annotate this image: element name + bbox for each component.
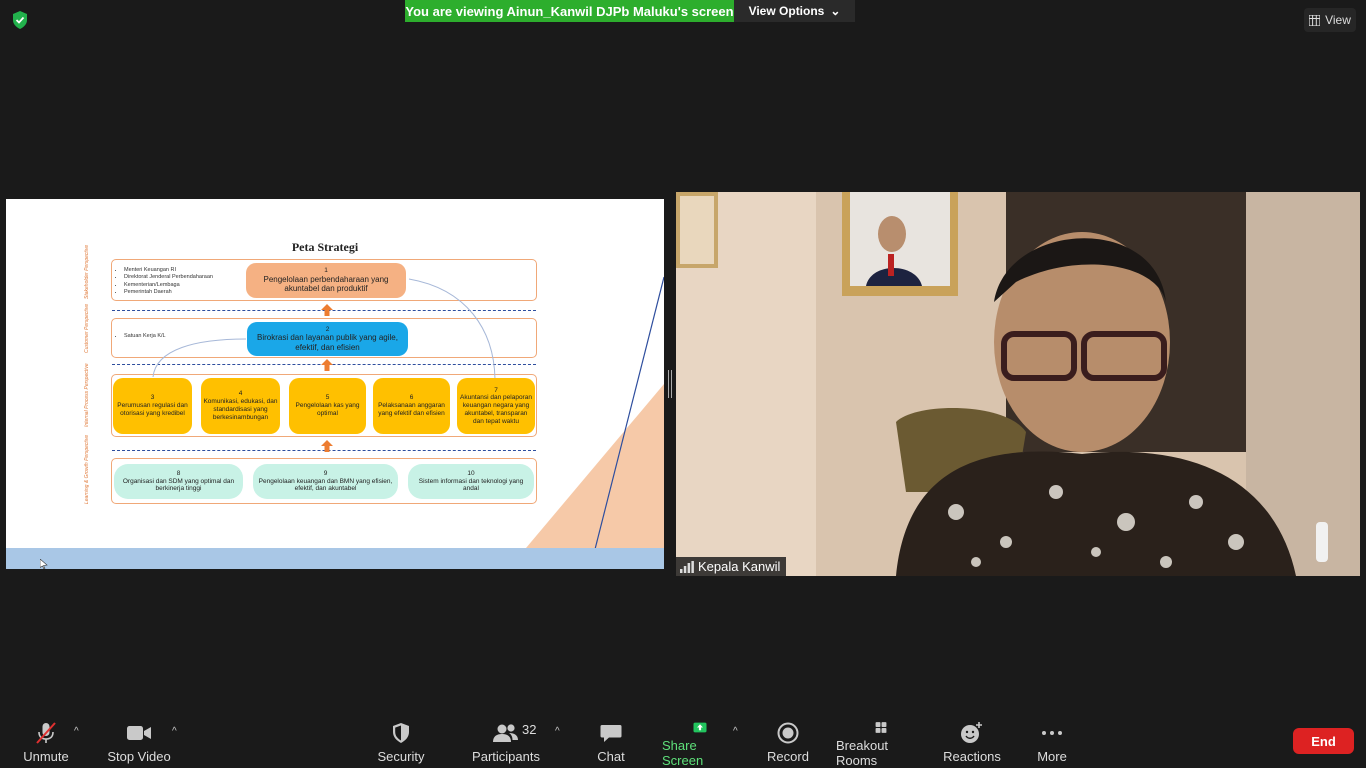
- node-number: 9: [323, 469, 328, 477]
- more-label: More: [1037, 749, 1067, 764]
- list-item: Menteri Keuangan RI: [124, 267, 213, 274]
- breakout-rooms-label: Breakout Rooms: [836, 738, 889, 768]
- node-number: 1: [324, 267, 328, 274]
- breakout-rooms-button[interactable]: Breakout Rooms: [836, 712, 926, 768]
- video-options-caret-icon[interactable]: ^: [172, 726, 177, 737]
- list-item: Direktorat Jenderal Perbendaharaan: [124, 274, 213, 281]
- stop-video-label: Stop Video: [107, 749, 171, 764]
- node-text: Pengelolaan kas yang optimal: [295, 402, 360, 417]
- end-meeting-button[interactable]: End: [1293, 728, 1354, 754]
- node-text: Birokrasi dan layanan publik yang agile,…: [257, 333, 398, 352]
- unmute-label: Unmute: [23, 749, 69, 764]
- strategy-node-7: 7 Akuntansi dan pelaporan keuangan negar…: [457, 378, 535, 434]
- node-text: Perumusan regulasi dan otorisasi yang kr…: [117, 402, 188, 417]
- security-button[interactable]: Security: [374, 712, 428, 768]
- view-options-button[interactable]: View Options ⌄: [734, 0, 855, 22]
- customer-list: Satuan Kerja K/L: [116, 333, 166, 340]
- strategy-node-3: 3 Perumusan regulasi dan otorisasi yang …: [113, 378, 192, 434]
- security-shield-icon: [393, 723, 409, 743]
- node-number: 5: [325, 394, 330, 402]
- record-icon: [777, 722, 799, 744]
- share-options-caret-icon[interactable]: ^: [733, 726, 738, 737]
- node-number: 10: [467, 469, 475, 477]
- reactions-smiley-icon: [961, 722, 982, 743]
- chat-label: Chat: [597, 749, 625, 764]
- node-number: 3: [150, 394, 155, 402]
- node-number: 6: [409, 394, 414, 402]
- node-text: Pengelolaan perbendaharaan yang akuntabe…: [263, 274, 389, 294]
- participant-name: Kepala Kanwil: [698, 559, 781, 574]
- participants-button[interactable]: Participants: [472, 712, 540, 768]
- chat-button[interactable]: Chat: [592, 712, 630, 768]
- strategy-node-5: 5 Pengelolaan kas yang optimal: [289, 378, 366, 434]
- node-text: Pengelolaan keuangan dan BMN yang efisie…: [258, 477, 393, 493]
- slide-footer-bar: [6, 548, 664, 569]
- unmute-button[interactable]: Unmute: [18, 712, 74, 768]
- participant-name-tag: Kepala Kanwil: [676, 557, 787, 576]
- grid-view-icon: [1309, 14, 1321, 26]
- list-item: Kementerian/Lembaga: [124, 282, 213, 289]
- node-text: Pelaksanaan anggaran yang efektif dan ef…: [378, 402, 445, 417]
- node-number: 8: [176, 469, 181, 477]
- share-screen-icon: [693, 722, 707, 733]
- view-label: View: [1325, 13, 1351, 27]
- video-frame-illustration: [676, 192, 1360, 576]
- node-number: 4: [238, 390, 243, 398]
- strategy-node-6: 6 Pelaksanaan anggaran yang efektif dan …: [373, 378, 450, 434]
- node-text: Komunikasi, edukasi, dan standardisasi y…: [203, 398, 278, 421]
- microphone-muted-icon: [36, 722, 56, 744]
- node-text: Organisasi dan SDM yang optimal dan berk…: [122, 477, 235, 493]
- node-text: Akuntansi dan pelaporan keuangan negara …: [460, 394, 532, 425]
- strategy-node-9: 9 Pengelolaan keuangan dan BMN yang efis…: [253, 464, 398, 499]
- list-item: Satuan Kerja K/L: [124, 333, 166, 340]
- mouse-cursor-icon: [40, 559, 48, 569]
- node-text: Sistem informasi dan teknologi yang anda…: [418, 477, 524, 493]
- participants-count: 32: [522, 722, 537, 737]
- node-number: 7: [494, 386, 498, 394]
- audio-options-caret-icon[interactable]: ^: [74, 726, 79, 737]
- node-number: 2: [325, 325, 330, 333]
- more-dots-icon: [1042, 731, 1062, 735]
- chat-bubble-icon: [600, 725, 622, 742]
- list-item: Pemerintah Daerah: [124, 289, 213, 296]
- strategy-node-8: 8 Organisasi dan SDM yang optimal dan be…: [114, 464, 243, 499]
- stakeholder-list: Menteri Keuangan RI Direktorat Jenderal …: [116, 267, 213, 297]
- record-button[interactable]: Record: [766, 712, 810, 768]
- video-camera-icon: [127, 726, 151, 740]
- encryption-shield-icon[interactable]: [10, 10, 30, 30]
- share-screen-label: Share Screen: [662, 738, 704, 768]
- breakout-rooms-icon: [875, 722, 887, 733]
- meeting-toolbar: Unmute ^ Stop Video ^ Security Participa…: [0, 712, 1366, 768]
- view-button[interactable]: View: [1304, 8, 1356, 32]
- record-label: Record: [767, 749, 809, 764]
- strategy-node-4: 4 Komunikasi, edukasi, dan standardisasi…: [201, 378, 280, 434]
- reactions-label: Reactions: [943, 749, 1001, 764]
- strategy-node-2: 2 Birokrasi dan layanan publik yang agil…: [247, 322, 408, 356]
- strategy-node-10: 10 Sistem informasi dan teknologi yang a…: [408, 464, 534, 499]
- participants-options-caret-icon[interactable]: ^: [555, 726, 560, 737]
- signal-strength-icon: [680, 560, 694, 573]
- security-label: Security: [377, 749, 425, 764]
- viewing-screen-banner: You are viewing Ainun_Kanwil DJPb Maluku…: [405, 0, 734, 22]
- view-options-label: View Options: [748, 4, 825, 18]
- participants-icon: [493, 724, 518, 742]
- reactions-button[interactable]: Reactions: [942, 712, 1002, 768]
- strategy-node-1: 1 Pengelolaan perbendaharaan yang akunta…: [246, 263, 406, 298]
- shared-screen[interactable]: Peta Strategi Stakeholder Perspective Cu…: [6, 199, 664, 569]
- participant-video[interactable]: [676, 192, 1360, 576]
- stop-video-button[interactable]: Stop Video: [104, 712, 174, 768]
- chevron-down-icon: ⌄: [830, 4, 841, 18]
- share-screen-button[interactable]: Share Screen: [662, 712, 738, 768]
- more-button[interactable]: More: [1030, 712, 1074, 768]
- participants-label: Participants: [472, 749, 540, 764]
- panel-resize-handle[interactable]: [668, 370, 672, 398]
